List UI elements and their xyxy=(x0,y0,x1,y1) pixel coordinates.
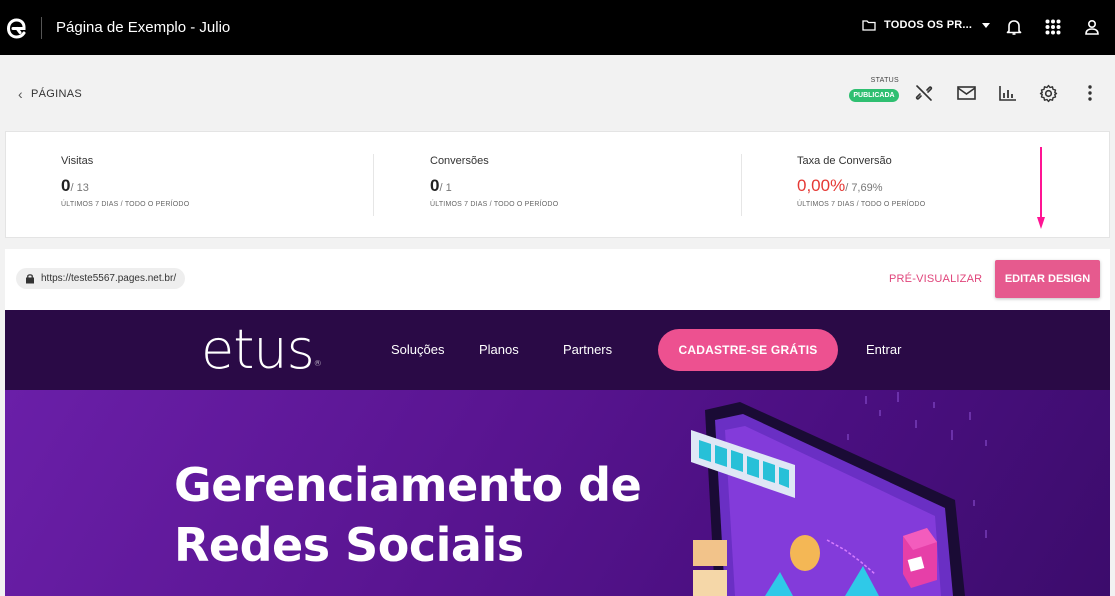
chevron-left-icon: ‹ xyxy=(18,86,23,102)
back-to-pages-link[interactable]: ‹ PÁGINAS xyxy=(18,86,82,102)
chevron-down-icon xyxy=(982,22,991,28)
settings-icon[interactable] xyxy=(1037,82,1059,104)
bar-chart-icon[interactable] xyxy=(996,82,1018,104)
project-selector-label: TODOS OS PR... xyxy=(884,19,973,31)
url-text: https://teste5567.pages.net.br/ xyxy=(41,273,177,284)
mail-icon[interactable] xyxy=(955,82,977,104)
stat-value: 0/ 1 xyxy=(430,176,558,196)
top-bar: Página de Exemplo - Julio TODOS OS PR... xyxy=(0,0,1115,55)
page-url[interactable]: https://teste5567.pages.net.br/ xyxy=(16,268,186,289)
stat-label: Visitas xyxy=(61,155,94,167)
stat-number: 0,00% xyxy=(797,176,846,195)
headline-line-2: Redes Sociais xyxy=(174,518,524,572)
nav-link-partners[interactable]: Partners xyxy=(563,342,612,357)
site-preview: etus® Soluções Planos Partners CADASTRE-… xyxy=(5,310,1110,596)
hero-illustration xyxy=(691,392,987,596)
registered-mark: ® xyxy=(313,359,322,368)
divider xyxy=(741,154,742,216)
nav-link-planos[interactable]: Planos xyxy=(479,342,519,357)
hero-headline: Gerenciamento de Redes Sociais xyxy=(174,455,642,575)
site-nav: etus® Soluções Planos Partners CADASTRE-… xyxy=(5,310,1110,390)
stats-card: Visitas 0/ 13 ÚLTIMOS 7 DIAS / TODO O PE… xyxy=(5,131,1110,238)
stat-conversions: Conversões 0/ 1 ÚLTIMOS 7 DIAS / TODO O … xyxy=(430,155,558,208)
annotation-arrow xyxy=(1037,147,1045,229)
hero-section: Gerenciamento de Redes Sociais xyxy=(5,390,1110,596)
nav-link-solucoes[interactable]: Soluções xyxy=(391,342,444,357)
stat-label: Conversões xyxy=(430,155,489,167)
apps-grid-icon[interactable] xyxy=(1042,16,1064,38)
divider xyxy=(373,154,374,216)
edit-design-button[interactable]: EDITAR DESIGN xyxy=(995,260,1100,298)
stat-label: Taxa de Conversão xyxy=(797,155,892,167)
stat-total: / 7,69% xyxy=(845,182,883,194)
signup-cta-button[interactable]: CADASTRE-SE GRÁTIS xyxy=(658,329,838,371)
stat-period: ÚLTIMOS 7 DIAS / TODO O PERÍODO xyxy=(797,201,926,208)
divider xyxy=(41,16,42,39)
stat-period: ÚLTIMOS 7 DIAS / TODO O PERÍODO xyxy=(61,201,190,208)
stat-period: ÚLTIMOS 7 DIAS / TODO O PERÍODO xyxy=(430,201,559,208)
url-bar: https://teste5567.pages.net.br/ PRÉ-VISU… xyxy=(5,249,1110,310)
bell-icon[interactable] xyxy=(1003,16,1025,38)
headline-line-1: Gerenciamento de xyxy=(174,458,642,512)
back-label: PÁGINAS xyxy=(30,88,82,100)
stat-total: / 13 xyxy=(70,182,89,194)
stat-conversion-rate: Taxa de Conversão 0,00%/ 7,69% ÚLTIMOS 7… xyxy=(797,155,925,208)
lock-icon xyxy=(26,274,34,284)
login-link[interactable]: Entrar xyxy=(866,342,901,357)
folder-icon xyxy=(862,20,876,31)
stat-value: 0,00%/ 7,69% xyxy=(797,176,925,196)
status-indicator: STATUS PUBLICADA xyxy=(848,77,900,102)
status-label: STATUS xyxy=(870,77,899,84)
preview-button[interactable]: PRÉ-VISUALIZAR xyxy=(889,273,982,285)
project-selector[interactable]: TODOS OS PR... xyxy=(862,19,991,31)
user-icon[interactable] xyxy=(1081,16,1103,38)
more-vertical-icon[interactable] xyxy=(1079,82,1101,104)
stat-visits: Visitas 0/ 13 ÚLTIMOS 7 DIAS / TODO O PE… xyxy=(61,155,189,208)
stat-value: 0/ 13 xyxy=(61,176,189,196)
site-logo[interactable]: etus® xyxy=(201,318,322,381)
unlink-icon[interactable] xyxy=(913,82,935,104)
page-title: Página de Exemplo - Julio xyxy=(56,19,231,36)
site-brand: etus xyxy=(201,318,315,381)
logo-icon[interactable] xyxy=(2,13,32,43)
stat-total: / 1 xyxy=(439,182,452,194)
status-badge: PUBLICADA xyxy=(849,89,899,102)
